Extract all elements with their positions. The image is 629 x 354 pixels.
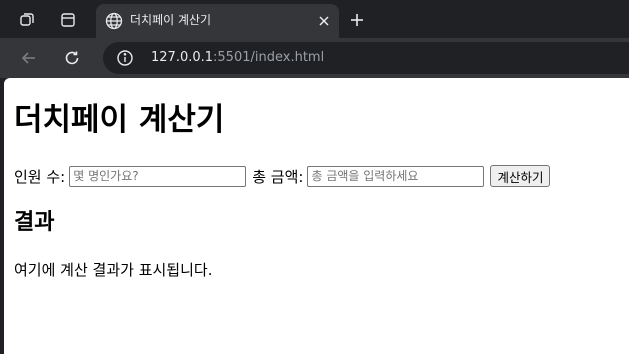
url-path: :5501/index.html bbox=[213, 50, 325, 65]
amount-label: 총 금액: bbox=[252, 167, 304, 186]
tab-strip: 더치페이 계산기 bbox=[0, 0, 629, 38]
url-host: 127.0.0.1 bbox=[151, 50, 214, 65]
tab-title: 더치페이 계산기 bbox=[130, 13, 212, 27]
page-title: 더치페이 계산기 bbox=[14, 102, 225, 138]
result-text: 여기에 계산 결과가 표시됩니다. bbox=[14, 261, 213, 279]
result-heading: 결과 bbox=[14, 210, 55, 235]
tab-actions-icon[interactable] bbox=[56, 8, 80, 32]
address-bar[interactable]: 127.0.0.1:5501/index.html bbox=[103, 42, 629, 74]
new-tab-icon[interactable] bbox=[346, 9, 368, 31]
url-text: 127.0.0.1:5501/index.html bbox=[151, 50, 324, 66]
tab-active[interactable]: 더치페이 계산기 bbox=[96, 4, 339, 38]
page-viewport: 더치페이 계산기 인원 수: 총 금액: 계산하기 결과 여기에 계산 결과가 … bbox=[4, 78, 629, 354]
site-info-icon[interactable] bbox=[115, 48, 135, 68]
people-label: 인원 수: bbox=[14, 167, 66, 186]
people-input[interactable] bbox=[69, 165, 247, 187]
back-icon[interactable] bbox=[17, 46, 41, 70]
globe-icon bbox=[104, 11, 124, 31]
calculator-form: 인원 수: 총 금액: 계산하기 bbox=[14, 164, 551, 188]
reload-icon[interactable] bbox=[60, 46, 84, 70]
workspaces-icon[interactable] bbox=[15, 8, 39, 32]
browser-toolbar: 127.0.0.1:5501/index.html bbox=[0, 38, 629, 78]
amount-input[interactable] bbox=[307, 165, 485, 187]
calculate-button[interactable]: 계산하기 bbox=[490, 165, 551, 187]
close-icon[interactable] bbox=[315, 12, 333, 30]
